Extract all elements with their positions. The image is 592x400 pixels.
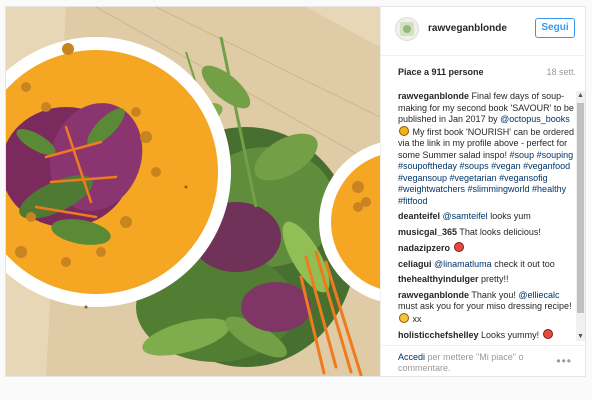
scroll-down-icon[interactable]: ▼ (576, 332, 585, 341)
post-sidebar: rawveganblonde Segui Piace a 911 persone… (380, 7, 586, 376)
follow-button[interactable]: Segui (535, 18, 575, 38)
post-date[interactable]: 18 sett. (546, 67, 576, 77)
comment-text: That looks delicious! (459, 226, 541, 237)
comment-text: looks yum (487, 211, 531, 221)
comment-username[interactable]: celiagui (398, 259, 432, 269)
heart-emoji-icon (399, 125, 409, 136)
comment-item: celiagui @linamatluma check it out too (398, 259, 574, 271)
login-prompt: Accedi per mettere "Mi piace" o commenta… (398, 352, 538, 374)
grin-emoji-icon (399, 312, 409, 323)
comment-username[interactable]: rawveganblonde (398, 91, 469, 101)
comment-username[interactable]: thehealthyindulger (398, 274, 479, 284)
comment-link[interactable]: @elliecalc (518, 290, 559, 300)
post-header: rawveganblonde Segui (381, 7, 586, 56)
comment-text: pretty!! (481, 274, 509, 284)
comment-text: xx (410, 313, 422, 324)
scroll-up-icon[interactable]: ▲ (576, 91, 585, 100)
comment-username[interactable]: deanteifel (398, 211, 440, 221)
comment-item: rawveganblonde Thank you! @elliecalc mus… (398, 290, 574, 326)
avatar[interactable] (395, 17, 419, 41)
comment-item: thehealthyindulger pretty!! (398, 274, 574, 286)
soup-photo-illustration (6, 7, 380, 376)
comment-link[interactable]: @octopus_books (500, 114, 570, 124)
post-footer: Accedi per mettere "Mi piace" o commenta… (381, 345, 586, 377)
face-emoji-icon (453, 242, 464, 252)
comment-item: deanteifel @samteifel looks yum (398, 211, 574, 223)
comment-text: must ask you for your miso dressing reci… (398, 301, 572, 311)
scroll-thumb[interactable] (577, 103, 584, 313)
comment-text: Thank you! (471, 289, 519, 300)
comments-scrollbar[interactable]: ▲ ▼ (576, 91, 585, 341)
post-photo[interactable] (6, 7, 380, 376)
likes-count[interactable]: Piace a 911 persone (398, 67, 484, 77)
comment-item: nadazipzero (398, 242, 574, 255)
more-options-icon[interactable]: ••• (556, 354, 572, 368)
post-dialog: rawveganblonde Segui Piace a 911 persone… (5, 6, 586, 377)
comment-item: musicgal_365 That looks delicious! (398, 227, 574, 239)
comment-username[interactable]: musicgal_365 (398, 227, 457, 237)
face-emoji-icon (542, 329, 553, 339)
comments-list: rawveganblonde Final few days of soup-ma… (398, 91, 574, 343)
comment-username[interactable]: nadazipzero (398, 243, 450, 253)
comment-link[interactable]: @linamatluma (434, 259, 492, 269)
comment-item: holisticchefshelley Looks yummy! (398, 329, 574, 342)
comment-text: check it out too (491, 258, 555, 269)
comment-item: rawveganblonde Final few days of soup-ma… (398, 91, 574, 207)
comment-text: Looks yummy! (481, 330, 542, 340)
username[interactable]: rawveganblonde (428, 23, 507, 34)
login-link[interactable]: Accedi (398, 352, 425, 362)
comment-username[interactable]: rawveganblonde (398, 290, 469, 300)
comment-username[interactable]: holisticchefshelley (398, 330, 479, 340)
comment-link[interactable]: @samteifel (443, 211, 488, 221)
